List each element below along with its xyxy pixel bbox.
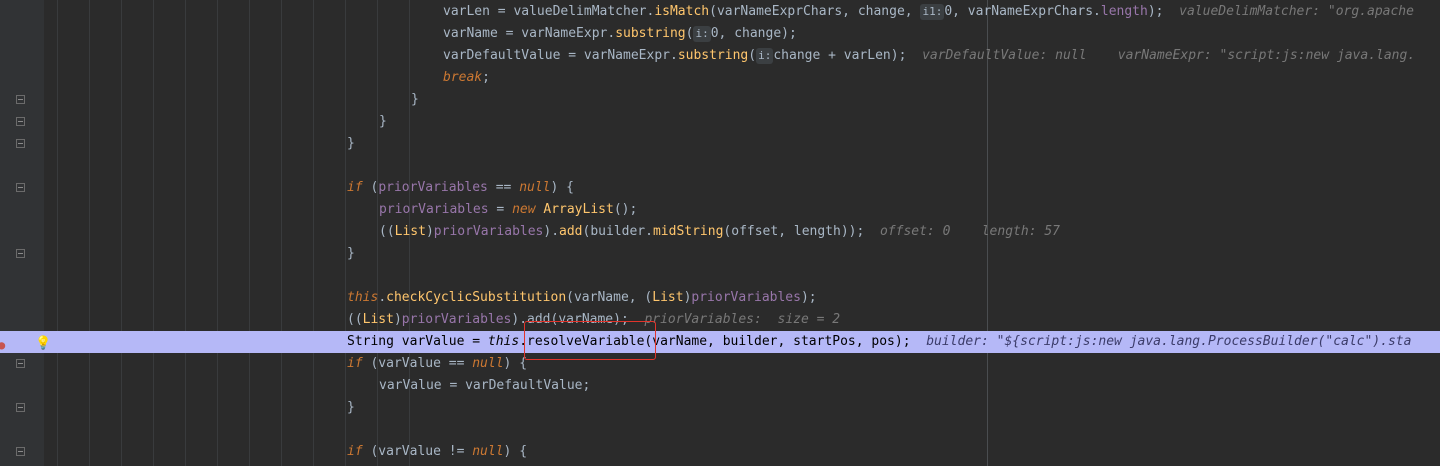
code-text: varName = varNameExpr. [443,26,616,41]
class-ref: ArrayList [535,202,614,217]
code-line[interactable]: varValue = varDefaultValue; [0,375,1440,397]
fold-marker-icon[interactable] [16,139,25,148]
fold-marker-icon[interactable] [16,249,25,258]
class-ref: List [362,312,394,327]
code-text: (varNameExprChars, change, [709,4,921,19]
code-text: (( [347,312,363,327]
field-ref: priorVariables [379,202,489,217]
current-execution-line[interactable]: ● 💡 String varValue = this.resolveVariab… [0,331,1440,353]
keyword: null [519,180,551,195]
code-line[interactable]: ((List)priorVariables).add(varName); pri… [0,309,1440,331]
code-line[interactable]: break; [0,67,1440,89]
code-text: varValue = varDefaultValue; [379,378,591,393]
code-text: ( [362,180,379,195]
code-line[interactable]: varName = varNameExpr.substring(i: 0, cha… [0,23,1440,45]
code-text: } [347,400,355,415]
field-ref: priorVariables [378,180,488,195]
code-text: String varValue = [347,334,488,349]
fold-marker-icon[interactable] [16,403,25,412]
code-text: ); [800,290,817,305]
code-line[interactable]: if (varValue == null) { [0,353,1440,375]
method-call: midString [652,224,724,239]
code-line[interactable]: } [0,133,1440,155]
inline-debug-value: offset: 0 [879,224,951,239]
parameter-hint: i: [693,26,711,42]
fold-marker-icon[interactable] [16,359,25,368]
parameter-hint: i1: [920,4,945,20]
keyword: if [347,356,363,371]
code-text: varLen = valueDelimMatcher. [443,4,655,19]
code-text: 0, varNameExprChars. [944,4,1101,19]
code-line[interactable]: priorVariables = new ArrayList(); [0,199,1440,221]
code-text: = [488,202,513,217]
method-call: checkCyclicSubstitution [386,290,567,305]
code-line[interactable]: } [0,243,1440,265]
keyword: if [347,444,363,459]
code-text: } [347,246,355,261]
code-text: } [347,136,355,151]
code-line[interactable]: } [0,111,1440,133]
keyword: new [512,202,536,217]
code-text: change + varLen); [773,48,907,63]
keyword: if [347,180,363,195]
code-text: varDefaultValue = varNameExpr. [443,48,678,63]
code-text: (builder. [582,224,653,239]
code-text: ) [393,312,402,327]
code-text: (); [613,202,638,217]
code-text: == [487,180,520,195]
code-editor[interactable]: varLen = valueDelimMatcher.isMatch(varNa… [0,0,1440,466]
parameter-hint: i: [756,48,774,64]
code-line[interactable]: if (priorVariables == null) { [0,177,1440,199]
code-text: ). [543,224,560,239]
method-call: substring [677,48,749,63]
code-line[interactable]: varDefaultValue = varNameExpr.substring(… [0,45,1440,67]
code-text: ) [425,224,434,239]
keyword: this [487,334,520,349]
field-ref: priorVariables [433,224,544,239]
annotation-highlight-box [524,321,656,360]
field-ref: priorVariables [691,290,801,305]
method-call: add [559,224,583,239]
code-text: } [379,114,387,129]
code-line[interactable]: ((List)priorVariables).add(builder.midSt… [0,221,1440,243]
code-text: . [378,290,387,305]
code-line[interactable]: this.checkCyclicSubstitution(varName, (L… [0,287,1440,309]
inline-debug-value: varNameExpr: "script:js:new java.lang. [1117,48,1416,63]
inline-debug-value: priorVariables: size = 2 [644,312,841,327]
fold-marker-icon[interactable] [16,117,25,126]
code-text: ) { [550,180,574,195]
code-text: ); [1147,4,1164,19]
code-text: (varValue != [362,444,473,459]
class-ref: List [394,224,426,239]
method-call: substring [615,26,686,41]
code-text: (varName, ( [566,290,653,305]
fold-marker-icon[interactable] [16,95,25,104]
fold-marker-icon[interactable] [16,447,25,456]
code-text: } [411,92,419,107]
code-text: (( [379,224,395,239]
fold-marker-icon[interactable] [16,183,25,192]
code-text: ) { [503,444,528,459]
inline-debug-value: valueDelimMatcher: "org.apache [1179,4,1414,19]
code-line[interactable]: } [0,397,1440,419]
code-text: 0, change); [710,26,797,41]
method-call: isMatch [654,4,710,19]
keyword: this [347,290,379,305]
inline-debug-value: length: 57 [981,224,1061,239]
inline-debug-value: builder: "${script:js:new java.lang.Proc… [926,334,1412,349]
code-text: (varValue == [362,356,473,371]
keyword: break [443,70,483,85]
keyword: null [472,444,504,459]
code-line[interactable]: } [0,89,1440,111]
field-ref: length [1100,4,1148,19]
code-line[interactable]: varLen = valueDelimMatcher.isMatch(varNa… [0,1,1440,23]
code-line[interactable]: if (varValue != null) { [0,441,1440,463]
lightbulb-icon[interactable]: 💡 [35,333,51,355]
inline-debug-value: varDefaultValue: null [922,48,1087,63]
code-text: ; [482,70,490,85]
field-ref: priorVariables [401,312,512,327]
keyword: null [472,356,504,371]
code-text: (offset, length)); [723,224,865,239]
class-ref: List [652,290,684,305]
